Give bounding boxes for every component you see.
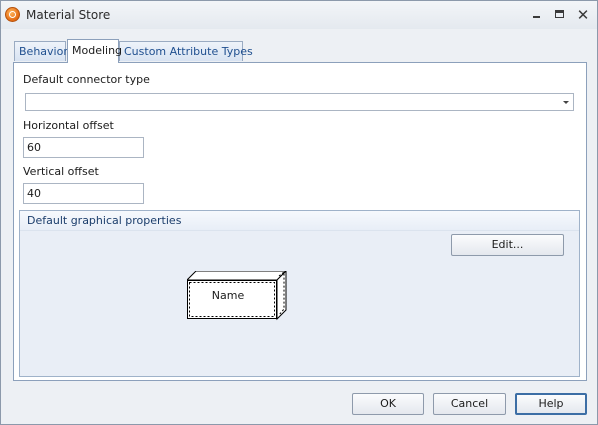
cancel-button[interactable]: Cancel [433, 393, 506, 415]
edit-button[interactable]: Edit... [451, 234, 564, 256]
modeling-tab-panel: Default connector type Horizontal offset… [13, 62, 587, 381]
tab-behavior[interactable]: Behavior [14, 41, 68, 61]
connector-type-dropdown[interactable] [25, 93, 574, 111]
app-logo-icon [5, 7, 20, 22]
connector-type-label: Default connector type [23, 73, 150, 86]
minimize-button[interactable] [528, 6, 546, 24]
minimize-icon [533, 16, 540, 18]
chevron-down-icon[interactable] [563, 101, 569, 104]
tab-custom-attribute-types[interactable]: Custom Attribute Types [119, 41, 253, 61]
shape-preview: Name [185, 269, 289, 323]
graphical-properties-group: Default graphical properties Edit... Nam… [19, 210, 580, 377]
vertical-offset-field[interactable] [23, 183, 144, 204]
group-title: Default graphical properties [27, 214, 182, 227]
shape-name-label: Name [211, 289, 245, 302]
maximize-button[interactable] [551, 6, 569, 24]
group-header: Default graphical properties [20, 211, 579, 231]
horizontal-offset-field[interactable] [23, 137, 144, 158]
ok-button[interactable]: OK [352, 393, 424, 415]
help-button[interactable]: Help [515, 393, 587, 415]
vertical-offset-label: Vertical offset [23, 165, 99, 178]
close-icon: ✕ [576, 6, 590, 24]
dialog-window: Material Store ✕ Behavior Modeling Custo… [0, 0, 598, 425]
horizontal-offset-label: Horizontal offset [23, 119, 114, 132]
close-button[interactable]: ✕ [574, 6, 592, 24]
title-bar[interactable]: Material Store ✕ [1, 1, 597, 29]
tab-modeling[interactable]: Modeling [67, 39, 122, 63]
maximize-icon [555, 10, 564, 18]
window-title: Material Store [26, 8, 111, 22]
